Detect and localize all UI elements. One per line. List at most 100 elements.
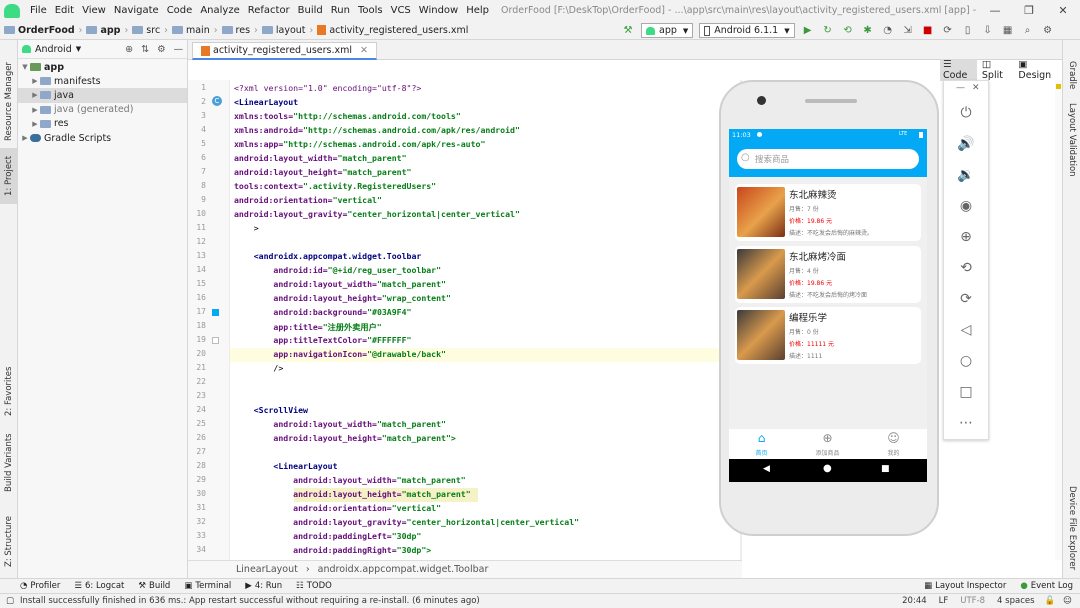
file-encoding[interactable]: UTF-8 — [954, 596, 991, 606]
volume-up-icon[interactable]: 🔊 — [944, 136, 988, 152]
sync-icon[interactable]: ⟳ — [938, 25, 958, 36]
add-icon[interactable]: ⊕ — [805, 431, 850, 445]
line-separator[interactable]: LF — [933, 596, 955, 606]
collapse-icon[interactable]: ⇅ — [141, 44, 149, 55]
minimize-icon[interactable]: — — [978, 4, 1012, 17]
emulator-screen[interactable]: 11:03 LTE ○ 搜索商品 东北麻辣烫 月售：7 份 价格：19.86 元… — [729, 129, 927, 482]
locate-icon[interactable]: ⊕ — [125, 44, 133, 55]
zoom-icon[interactable]: ⊕ — [944, 229, 988, 245]
tab-layout-validation[interactable]: Layout Validation — [1063, 100, 1080, 180]
sdk-manager-icon[interactable]: ⇩ — [978, 25, 998, 36]
chevron-down-icon[interactable]: ▼ — [76, 45, 81, 53]
code-line[interactable]: app:navigationIcon="@drawable/back" — [234, 349, 446, 359]
tree-item-res[interactable]: ▶ res — [18, 117, 187, 131]
tab-favorites[interactable]: 2: Favorites — [0, 362, 18, 420]
code-line[interactable]: android:layout_width="match_parent" — [234, 475, 466, 485]
status-message[interactable]: Install successfully finished in 636 ms.… — [20, 596, 896, 606]
indent-setting[interactable]: 4 spaces — [991, 596, 1040, 606]
menu-analyze[interactable]: Analyze — [196, 5, 243, 16]
code-line[interactable]: android:layout_height="match_parent" — [234, 489, 470, 499]
tab-structure[interactable]: Z: Structure — [0, 512, 18, 572]
more-icon[interactable]: ⋯ — [944, 415, 988, 431]
run-config-select[interactable]: app ▼ — [641, 23, 694, 38]
camera-icon[interactable]: ◉ — [944, 198, 988, 214]
code-line[interactable]: xmlns:android="http://schemas.android.co… — [234, 125, 520, 135]
tool-terminal[interactable]: ▣ Terminal — [177, 581, 238, 591]
menu-refactor[interactable]: Refactor — [244, 5, 294, 16]
breadcrumb-item[interactable]: res — [236, 25, 251, 36]
tree-item-app[interactable]: ▼ app — [18, 60, 187, 74]
device-select[interactable]: Android 6.1.1 ▼ — [699, 23, 795, 38]
code-line[interactable]: android:layout_width="match_parent" — [234, 279, 446, 289]
close-window-icon[interactable]: ✕ — [1046, 4, 1080, 17]
layout-inspector-icon[interactable]: ▦ — [998, 25, 1018, 36]
code-line[interactable]: <?xml version="1.0" encoding="utf-8"?> — [234, 83, 421, 93]
caret-position[interactable]: 20:44 — [896, 596, 933, 606]
code-line[interactable]: android:layout_height="match_parent"> — [234, 433, 455, 443]
code-line[interactable]: android:orientation="vertical" — [234, 503, 441, 513]
breadcrumb-item[interactable]: activity_registered_users.xml — [329, 25, 468, 36]
tab-split[interactable]: ◫ Split — [979, 59, 1014, 81]
close-emulator-icon[interactable]: ✕ — [972, 83, 980, 93]
tool-build[interactable]: ⚒ Build — [131, 581, 177, 591]
hammer-icon[interactable]: ⚒ — [618, 25, 638, 36]
breadcrumb-item[interactable]: app — [100, 25, 120, 36]
breadcrumb-item[interactable]: src — [146, 25, 160, 36]
tab-project[interactable]: 1: Project — [0, 148, 18, 204]
volume-down-icon[interactable]: 🔉 — [944, 167, 988, 183]
breadcrumb-item[interactable]: OrderFood — [18, 25, 75, 36]
food-card[interactable]: 编程乐学 月售：0 份 价格：11111 元 描述：1111 — [735, 307, 921, 364]
menu-edit[interactable]: Edit — [51, 5, 78, 16]
home-button-icon[interactable]: ● — [823, 463, 832, 474]
color-swatch-icon[interactable] — [212, 309, 219, 316]
code-line[interactable]: android:layout_height="match_parent" — [234, 167, 411, 177]
menu-file[interactable]: File — [26, 5, 51, 16]
power-icon[interactable]: ⏻ — [944, 105, 988, 121]
code-line[interactable]: <LinearLayout — [234, 97, 298, 107]
tab-device-file-explorer[interactable]: Device File Explorer — [1063, 480, 1080, 576]
lock-icon[interactable]: 🔓 — [1041, 596, 1060, 606]
search-box[interactable]: ○ 搜索商品 — [737, 149, 919, 169]
menu-code[interactable]: Code — [163, 5, 197, 16]
code-line[interactable]: android:layout_width="match_parent" — [234, 153, 407, 163]
menu-navigate[interactable]: Navigate — [110, 5, 163, 16]
home-circle-icon[interactable]: ○ — [944, 353, 988, 369]
code-line[interactable]: android:background="#03A9F4" — [234, 307, 411, 317]
tree-item-java-generated[interactable]: ▶ java (generated) — [18, 103, 187, 117]
overview-square-icon[interactable]: □ — [944, 384, 988, 400]
code-line[interactable]: <androidx.appcompat.widget.Toolbar — [234, 251, 422, 261]
menu-view[interactable]: View — [78, 5, 110, 16]
minimize-emulator-icon[interactable]: — — [956, 83, 965, 93]
code-line[interactable]: xmlns:app="http://schemas.android.com/ap… — [234, 139, 485, 149]
hide-icon[interactable]: — — [174, 44, 184, 55]
code-line[interactable]: android:layout_width="match_parent" — [234, 419, 446, 429]
code-line[interactable]: xmlns:tools="http://schemas.android.com/… — [234, 111, 461, 121]
menu-help[interactable]: Help — [462, 5, 493, 16]
home-icon[interactable]: ⌂ — [739, 431, 784, 445]
rotate-left-icon[interactable]: ⟲ — [944, 260, 988, 276]
tab-resource-manager[interactable]: Resource Manager — [0, 56, 18, 148]
editor-breadcrumb-item[interactable]: LinearLayout — [236, 564, 298, 575]
apply-changes-icon[interactable]: ↻ — [818, 25, 838, 36]
restore-icon[interactable]: ❐ — [1012, 4, 1046, 17]
menu-vcs[interactable]: VCS — [387, 5, 415, 16]
code-line[interactable]: <LinearLayout — [234, 461, 337, 471]
code-line[interactable]: app:title="注册外卖用户" — [234, 321, 381, 333]
nav-profile-label[interactable]: 我的 — [871, 448, 916, 457]
code-line[interactable]: android:layout_gravity="center_horizonta… — [234, 209, 520, 219]
food-card[interactable]: 东北麻烤冷面 月售：4 份 价格：19.86 元 描述：不吃发会后悔的烤冷面 — [735, 246, 921, 303]
code-line[interactable]: android:orientation="vertical" — [234, 195, 382, 205]
tree-item-java[interactable]: ▶ java — [18, 88, 187, 103]
run-icon[interactable]: ▶ — [798, 25, 818, 36]
debug-icon[interactable]: ✱ — [858, 25, 878, 36]
tool-event-log[interactable]: ● Event Log — [1013, 581, 1080, 591]
profile-icon[interactable]: ☺ — [871, 431, 916, 445]
nav-home-label[interactable]: 首页 — [739, 448, 784, 457]
attach-debugger-icon[interactable]: ⇲ — [898, 25, 918, 36]
code-line[interactable]: /> — [234, 363, 283, 373]
back-icon[interactable]: ◀ — [763, 464, 770, 474]
profile-icon[interactable]: ◔ — [878, 25, 898, 36]
tree-item-gradle-scripts[interactable]: ▶ Gradle Scripts — [18, 131, 187, 145]
code-line[interactable]: > — [234, 223, 259, 233]
tab-code[interactable]: ☰ Code — [940, 59, 977, 81]
